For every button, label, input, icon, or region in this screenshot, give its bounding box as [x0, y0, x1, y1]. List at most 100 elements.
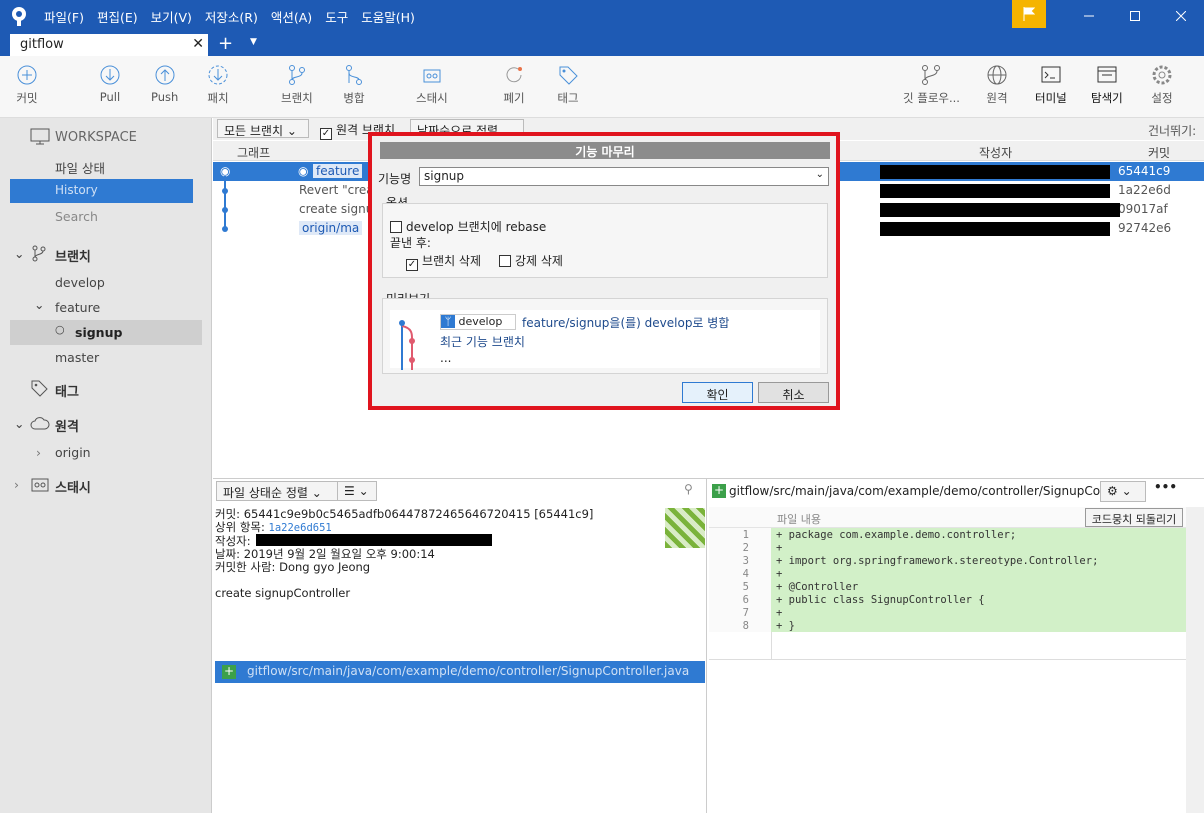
gear-icon	[1152, 65, 1172, 85]
file-list-item[interactable]: gitflow/src/main/java/com/example/demo/c…	[215, 661, 705, 683]
terminal-button[interactable]: 터미널	[1035, 64, 1067, 106]
remote-button[interactable]: 원격	[986, 64, 1008, 106]
line-text: + import org.springframework.stereotype.…	[776, 555, 1099, 567]
feature-name-label: 기능명	[378, 172, 412, 186]
feature-name-select[interactable]: signup ⌄	[419, 167, 829, 186]
close-tab-icon[interactable]: ✕	[192, 36, 204, 52]
menu-view[interactable]: 보기(V)	[151, 7, 192, 26]
all-branches-dropdown[interactable]: 모든 브랜치 ⌄	[217, 119, 309, 138]
menu-help[interactable]: 도움말(H)	[361, 7, 415, 26]
patch-button[interactable]: 패치	[207, 64, 229, 106]
cancel-button[interactable]: 취소	[758, 382, 829, 403]
menu-actions[interactable]: 액션(A)	[271, 7, 312, 26]
sidebar-item-file-status[interactable]: 파일 상태	[55, 158, 105, 177]
line-text: + @Controller	[776, 581, 859, 593]
ok-button[interactable]: 확인	[682, 382, 753, 403]
commit-button[interactable]: 커밋	[16, 64, 38, 106]
preview-graph	[399, 320, 415, 370]
commit-message: create signupController	[215, 586, 351, 600]
new-tab-button[interactable]: +	[218, 33, 233, 54]
delete-branch-checkbox[interactable]: ✓ 브랜치 삭제	[406, 252, 481, 271]
chevron-right-icon[interactable]: ›	[14, 477, 19, 492]
diff-line: 4 +	[709, 568, 1098, 581]
chevron-right-icon[interactable]: ›	[36, 445, 41, 460]
redacted-author	[880, 165, 1110, 179]
merge-icon	[346, 65, 362, 85]
after-label: 끝낸 후:	[390, 236, 431, 250]
tab-title: gitflow	[20, 37, 64, 52]
tag-icon	[559, 66, 578, 85]
explorer-icon	[1097, 66, 1117, 83]
parent-hash-link[interactable]: 1a22e6d651	[269, 522, 332, 534]
line-number: 8	[742, 620, 749, 632]
chevron-down-icon[interactable]: ⌄	[14, 246, 24, 261]
sidebar-item-feature[interactable]: feature	[55, 300, 100, 315]
graph-column-header[interactable]: 그래프	[237, 144, 270, 161]
diff-line: 3 + import org.springframework.stereotype…	[709, 555, 1099, 568]
more-options-icon[interactable]: •••	[1154, 480, 1177, 494]
menu-file[interactable]: 파일(F)	[44, 7, 84, 26]
preview-recent-text: 최근 기능 브랜치	[440, 335, 525, 349]
menu-tools[interactable]: 도구	[325, 7, 348, 26]
discard-button[interactable]: 폐기	[503, 64, 525, 106]
sidebar-stashes-header[interactable]: 스태시	[55, 477, 91, 496]
sidebar-item-master[interactable]: master	[55, 350, 99, 365]
merge-button[interactable]: 병합	[343, 64, 365, 106]
stash-button[interactable]: 스태시	[416, 64, 448, 106]
gutter-divider	[771, 632, 772, 660]
diff-lines: 1 + package com.example.demo.controller; 2…	[709, 529, 1099, 633]
tab-dropdown-icon[interactable]: ▼	[250, 37, 257, 47]
menu-edit[interactable]: 편집(E)	[97, 7, 138, 26]
flag-icon[interactable]	[1012, 0, 1046, 28]
diff-options-dropdown[interactable]: ⚙ ⌄	[1100, 481, 1146, 502]
redacted-author	[880, 184, 1110, 198]
monitor-icon	[30, 128, 50, 145]
sidebar-item-develop[interactable]: develop	[55, 275, 105, 290]
line-number: 6	[742, 594, 749, 606]
commit-hash: 65441c9	[1118, 164, 1171, 178]
tab-gitflow[interactable]: gitflow ✕	[10, 34, 208, 58]
committer-line: 커밋한 사람: Dong gyo Jeong	[215, 560, 371, 574]
diff-line: 2 +	[709, 542, 1098, 555]
current-branch-icon: ◉	[298, 164, 309, 178]
sidebar-branches-header[interactable]: 브랜치	[55, 246, 91, 265]
parent-label: 상위 항목:	[215, 520, 265, 534]
rebase-checkbox[interactable]: develop 브랜치에 rebase	[390, 218, 546, 235]
chevron-down-icon[interactable]: ⌄	[34, 297, 44, 312]
list-view-dropdown[interactable]: ☰ ⌄	[337, 481, 377, 501]
sidebar-tags-header[interactable]: 태그	[55, 381, 79, 400]
sourcetree-logo-icon	[12, 7, 26, 26]
push-button[interactable]: Push	[151, 64, 178, 104]
branch-button[interactable]: 브랜치	[281, 64, 313, 106]
close-button[interactable]	[1158, 0, 1204, 32]
tag-button[interactable]: 태그	[557, 64, 579, 106]
git-flow-button[interactable]: 깃 플로우...	[903, 64, 960, 106]
sidebar-item-search[interactable]: Search	[55, 209, 98, 224]
pull-button[interactable]: Pull	[99, 64, 121, 104]
sidebar-item-history[interactable]: History	[10, 179, 193, 203]
commit-hash: 09017af	[1118, 202, 1168, 216]
file-sort-dropdown[interactable]: 파일 상태순 정렬 ⌄	[216, 481, 338, 501]
scrollbar[interactable]	[1186, 507, 1204, 813]
sidebar-item-signup[interactable]: signup	[75, 325, 122, 340]
explorer-button[interactable]: 탐색기	[1091, 64, 1123, 106]
commit-message: Revert "creat	[299, 183, 379, 197]
sidebar-item-origin[interactable]: origin	[55, 445, 91, 460]
search-icon[interactable]: ⚲	[684, 482, 693, 496]
branch-icon: ᛘ	[441, 315, 455, 328]
graph-lines	[222, 176, 228, 232]
minimize-button[interactable]	[1066, 0, 1112, 32]
git-flow-icon	[922, 65, 941, 85]
window-controls	[1012, 0, 1204, 32]
settings-button[interactable]: 설정	[1151, 64, 1173, 106]
menu-repository[interactable]: 저장소(R)	[205, 7, 258, 26]
author-column-header[interactable]: 작성자	[979, 144, 1012, 161]
sidebar-remotes-header[interactable]: 원격	[55, 416, 79, 435]
commit-column-header[interactable]: 커밋	[1148, 144, 1170, 161]
maximize-button[interactable]	[1112, 0, 1158, 32]
preview-branch-label: ᛘ develop	[440, 314, 516, 330]
chevron-down-icon[interactable]: ⌄	[14, 416, 24, 431]
force-delete-checkbox[interactable]: 강제 삭제	[499, 252, 563, 269]
revert-hunk-button[interactable]: 코드뭉치 되돌리기	[1085, 508, 1183, 527]
hunk-label: 파일 내용	[777, 513, 821, 526]
